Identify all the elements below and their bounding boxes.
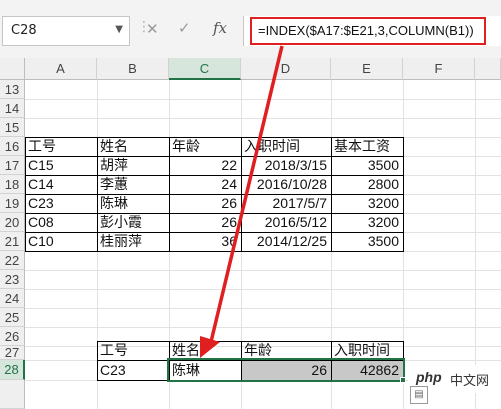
arrow-head [200, 336, 220, 358]
arrow-shaft [208, 45, 284, 347]
watermark-php: php [416, 369, 442, 385]
annotation-arrow [200, 45, 284, 358]
paste-options-icon[interactable]: ▤ [410, 386, 428, 404]
watermark-cn: 中文网 [450, 374, 490, 389]
